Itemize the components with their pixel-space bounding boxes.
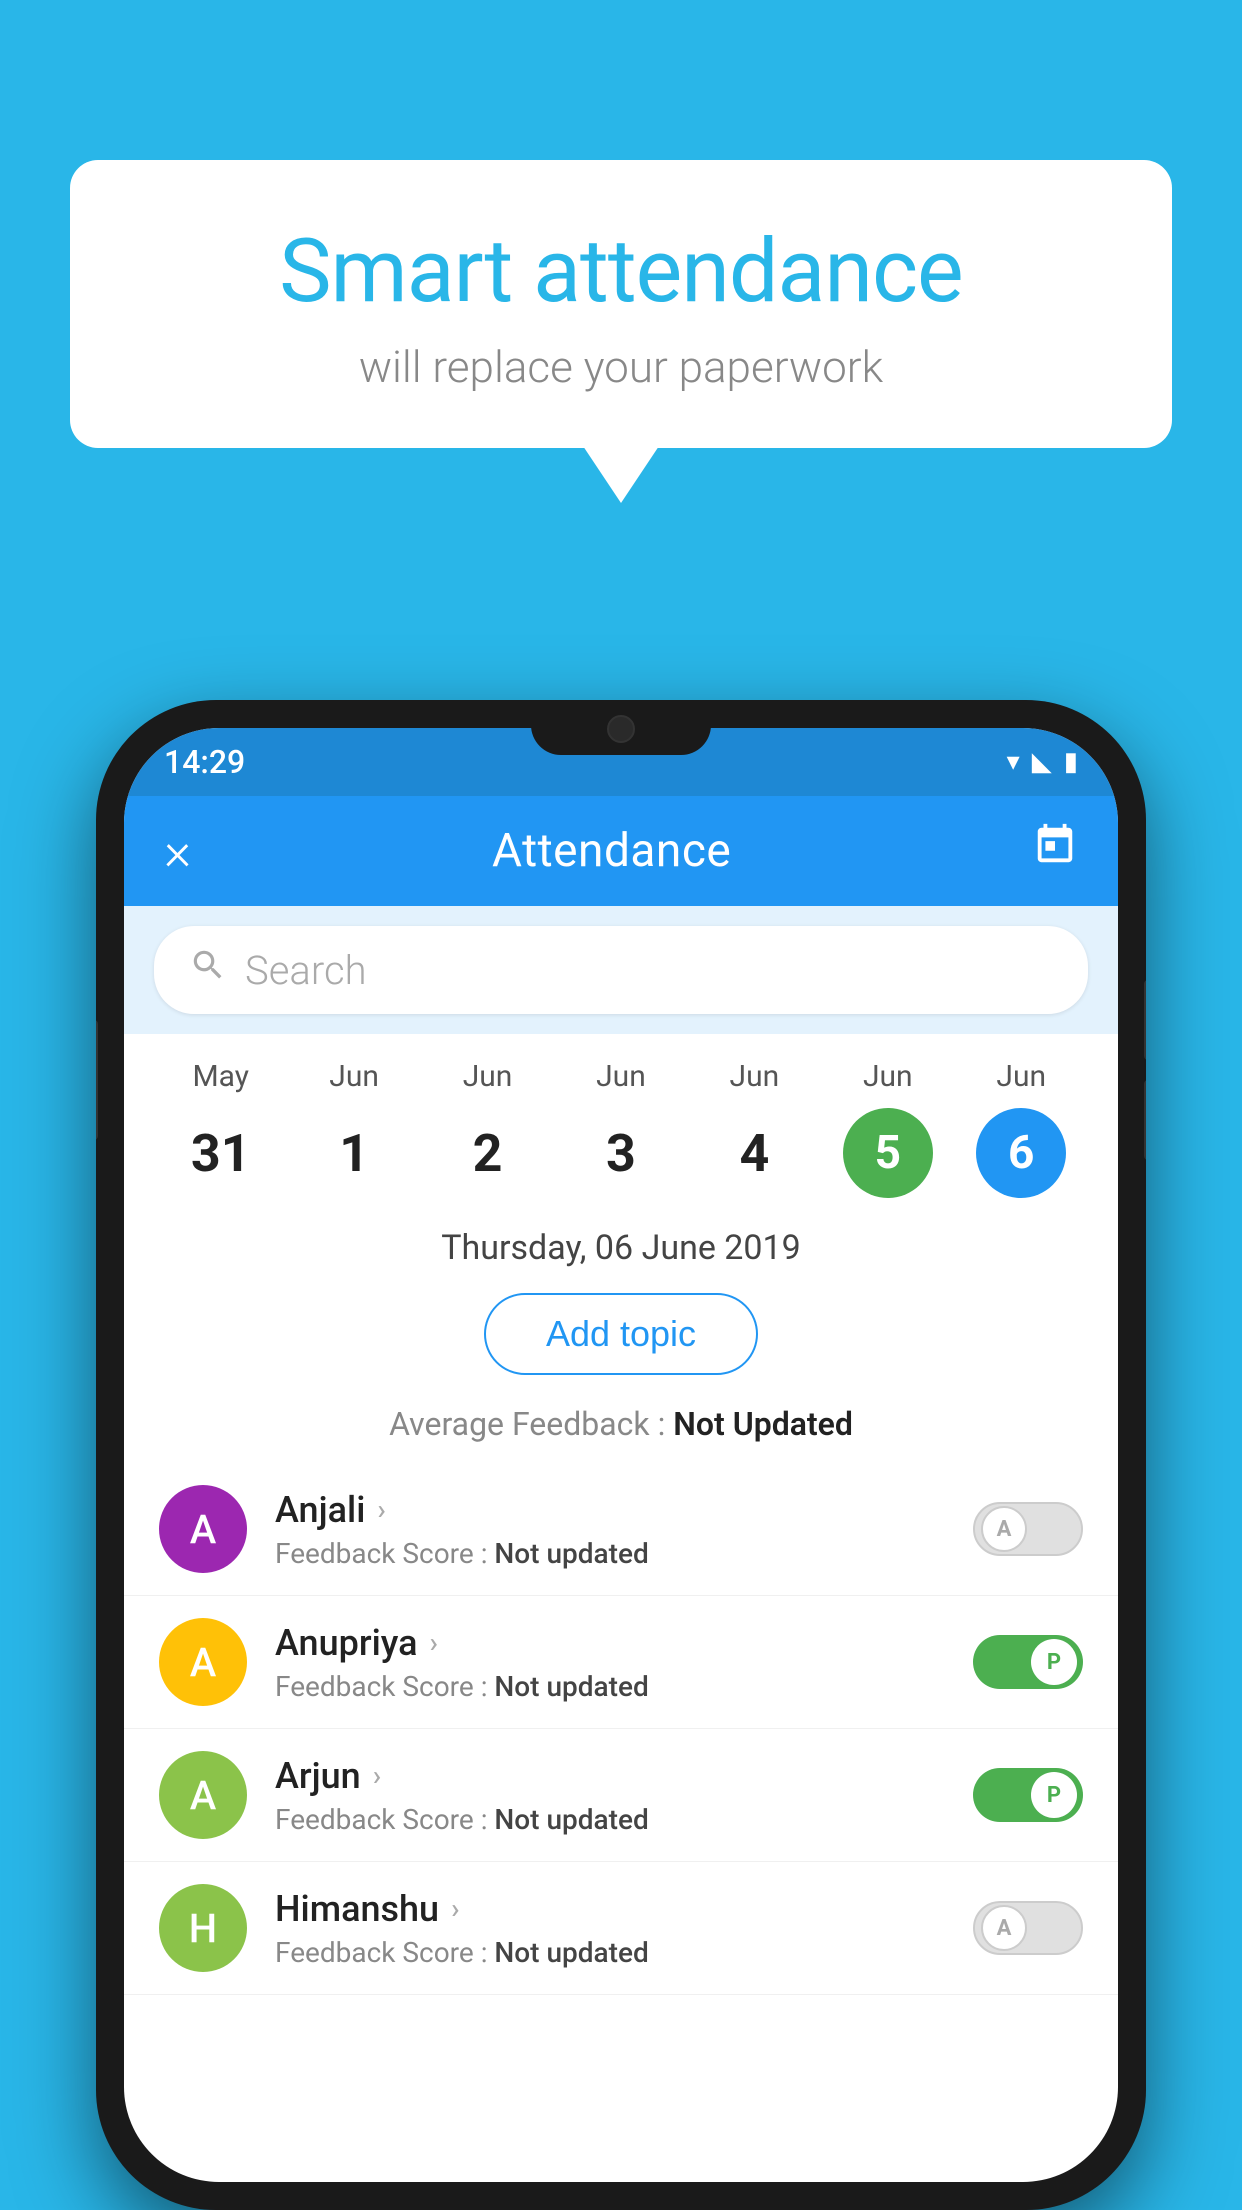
cal-date-label: 3 [576,1108,666,1198]
speech-bubble-container: Smart attendance will replace your paper… [70,160,1172,448]
camera [607,715,635,743]
student-item[interactable]: H Himanshu › Feedback Score : Not updated A [124,1862,1118,1995]
feedback-value: Not updated [494,1803,648,1836]
toggle-knob: A [981,1506,1027,1552]
student-name: Anupriya › [275,1622,945,1664]
cal-month-label: Jun [463,1059,513,1094]
cal-month-label: Jun [996,1059,1046,1094]
calendar-day[interactable]: Jun 4 [694,1059,814,1198]
calendar-strip: May 31 Jun 1 Jun 2 Jun 3 Jun 4 Jun 5 Jun 6 [124,1034,1118,1208]
add-topic-button[interactable]: Add topic [484,1293,758,1375]
vol-up-button [1144,980,1146,1060]
feedback-value: Not updated [494,1670,648,1703]
student-info: Anjali › Feedback Score : Not updated [275,1489,945,1570]
student-item[interactable]: A Arjun › Feedback Score : Not updated P [124,1729,1118,1862]
toggle-knob: P [1031,1639,1077,1685]
student-avatar: A [159,1751,247,1839]
app-bar: × Attendance [124,796,1118,906]
student-avatar: H [159,1884,247,1972]
calendar-day[interactable]: Jun 3 [561,1059,681,1198]
cal-date-label: 6 [976,1108,1066,1198]
average-feedback-label: Average Feedback : [389,1405,673,1443]
cal-date-label: 31 [176,1108,266,1198]
battery-icon: ▮ [1064,747,1078,777]
student-list: AAnjali ›Feedback Score : Not updatedAAA… [124,1463,1118,1995]
cal-month-label: Jun [329,1059,379,1094]
phone-frame: 14:29 ▾ ◣ ▮ × Attendance [96,700,1146,2210]
power-button [96,1020,98,1140]
toggle-knob: P [1031,1772,1077,1818]
cal-date-label: 4 [709,1108,799,1198]
student-info: Himanshu › Feedback Score : Not updated [275,1888,945,1969]
calendar-icon[interactable] [1032,822,1078,880]
calendar-day[interactable]: Jun 6 [961,1059,1081,1198]
student-feedback: Feedback Score : Not updated [275,1803,945,1836]
chevron-icon: › [430,1626,438,1659]
cal-month-label: Jun [730,1059,780,1094]
cal-month-label: Jun [596,1059,646,1094]
selected-date-label: Thursday, 06 June 2019 [124,1208,1118,1278]
status-icons: ▾ ◣ ▮ [1007,747,1078,777]
calendar-day[interactable]: May 31 [161,1059,281,1198]
attendance-toggle[interactable]: P [973,1768,1083,1822]
search-icon [189,946,227,994]
phone-screen: 14:29 ▾ ◣ ▮ × Attendance [124,728,1118,2182]
calendar-day[interactable]: Jun 1 [294,1059,414,1198]
chevron-icon: › [451,1892,459,1925]
toggle-knob: A [981,1905,1027,1951]
attendance-toggle[interactable]: P [973,1635,1083,1689]
average-feedback-value: Not Updated [673,1405,853,1443]
student-name: Himanshu › [275,1888,945,1930]
close-button[interactable]: × [164,821,191,882]
vol-down-button [1144,1080,1146,1160]
average-feedback: Average Feedback : Not Updated [124,1390,1118,1463]
student-avatar: A [159,1485,247,1573]
search-bar-container: Search [124,906,1118,1034]
student-feedback: Feedback Score : Not updated [275,1670,945,1703]
student-name: Arjun › [275,1755,945,1797]
chevron-icon: › [377,1493,385,1526]
student-item[interactable]: A Anupriya › Feedback Score : Not updated P [124,1596,1118,1729]
student-feedback: Feedback Score : Not updated [275,1936,945,1969]
feedback-value: Not updated [494,1936,648,1969]
cal-month-label: Jun [863,1059,913,1094]
search-bar[interactable]: Search [154,926,1088,1014]
attendance-toggle[interactable]: A [973,1502,1083,1556]
bubble-title: Smart attendance [120,220,1122,323]
student-info: Anupriya › Feedback Score : Not updated [275,1622,945,1703]
add-topic-container: Add topic [124,1278,1118,1390]
cal-date-label: 1 [309,1108,399,1198]
phone-notch [531,700,711,755]
attendance-toggle[interactable]: A [973,1901,1083,1955]
student-avatar: A [159,1618,247,1706]
bubble-subtitle: will replace your paperwork [120,341,1122,393]
wifi-icon: ▾ [1007,747,1020,777]
feedback-value: Not updated [494,1537,648,1570]
cal-date-label: 5 [843,1108,933,1198]
student-item[interactable]: A Anjali › Feedback Score : Not updated A [124,1463,1118,1596]
chevron-icon: › [373,1759,381,1792]
cal-month-label: May [192,1059,248,1094]
signal-icon: ◣ [1032,747,1052,777]
student-feedback: Feedback Score : Not updated [275,1537,945,1570]
student-name: Anjali › [275,1489,945,1531]
student-info: Arjun › Feedback Score : Not updated [275,1755,945,1836]
speech-bubble: Smart attendance will replace your paper… [70,160,1172,448]
status-time: 14:29 [164,743,245,781]
app-title: Attendance [492,824,731,878]
phone-container: 14:29 ▾ ◣ ▮ × Attendance [96,700,1146,2210]
calendar-day[interactable]: Jun 5 [828,1059,948,1198]
calendar-day[interactable]: Jun 2 [428,1059,548,1198]
cal-date-label: 2 [443,1108,533,1198]
search-placeholder: Search [245,947,367,994]
